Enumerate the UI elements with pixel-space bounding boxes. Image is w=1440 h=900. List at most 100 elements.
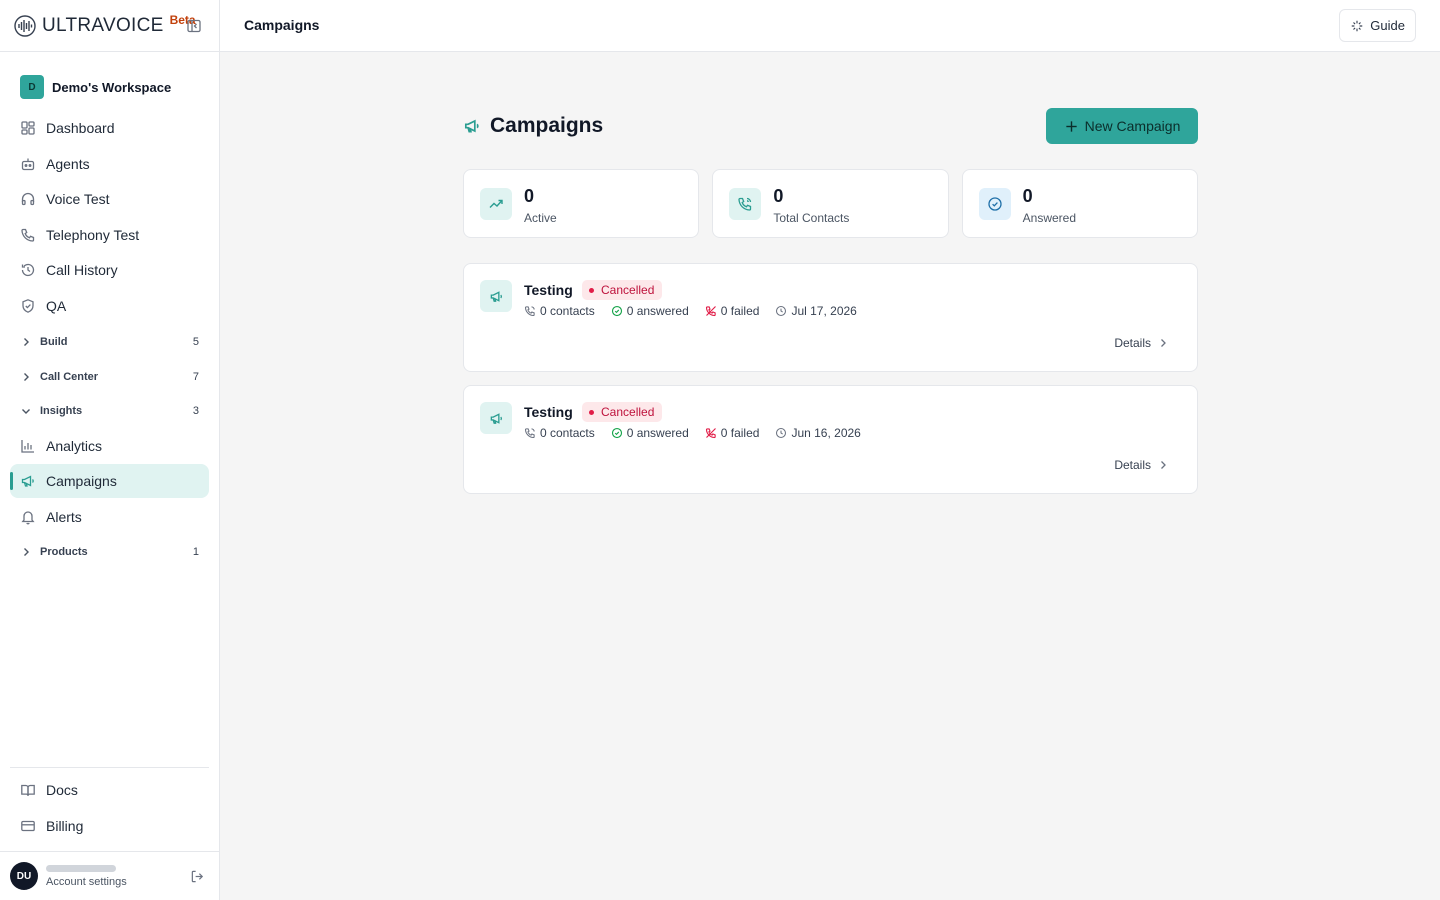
nav-campaigns[interactable]: Campaigns xyxy=(10,464,209,498)
nav-group-build-label: Build xyxy=(40,335,68,348)
plus-icon xyxy=(1065,120,1077,132)
nav-docs-label: Docs xyxy=(46,782,78,798)
nav-analytics-label: Analytics xyxy=(46,437,103,454)
nav-group-call-center-count: 7 xyxy=(192,370,199,383)
phone-call-icon xyxy=(738,197,752,211)
nav-alerts[interactable]: Alerts xyxy=(10,500,209,534)
meta-failed: 0 failed xyxy=(705,304,759,318)
campaign-icon-wrap xyxy=(480,402,512,434)
meta-contacts: 0 contacts xyxy=(524,304,595,318)
megaphone-icon xyxy=(490,412,502,424)
chevron-right-icon xyxy=(24,548,29,556)
nav-group-products-count: 1 xyxy=(192,546,199,558)
nav-group-insights-count: 3 xyxy=(192,404,199,417)
status-dot xyxy=(589,287,594,293)
campaign-meta: 0 contacts 0 answered 0 failed Jul 17, 2… xyxy=(524,304,873,318)
trending-up-icon xyxy=(489,199,503,208)
secondary-nav: Docs Billing xyxy=(10,773,209,843)
workspace-switcher[interactable]: D Demo's Workspace xyxy=(0,64,219,110)
app-name: ULTRAVOICE xyxy=(42,14,164,36)
stats-row: 0 Active 0 Total Contacts 0 Answered xyxy=(463,169,1198,238)
nav-agents-label: Agents xyxy=(46,155,90,172)
credit-card-icon xyxy=(21,820,35,831)
nav-agents[interactable]: Agents xyxy=(10,147,209,181)
nav-group-insights[interactable]: Insights 3 xyxy=(10,394,209,428)
meta-failed: 0 failed xyxy=(705,426,759,440)
sparkles-icon xyxy=(1352,20,1363,31)
stat-label: Active xyxy=(524,211,557,225)
nav-alerts-label: Alerts xyxy=(46,508,82,525)
check-circle-icon xyxy=(988,197,1002,211)
nav-call-history[interactable]: Call History xyxy=(10,253,209,287)
top-bar: Campaigns Guide xyxy=(220,0,1440,52)
nav-voice-test-label: Voice Test xyxy=(46,191,110,207)
details-label: Details xyxy=(1114,336,1151,350)
nav-call-history-label: Call History xyxy=(46,262,118,278)
meta-date-text: Jul 17, 2026 xyxy=(791,304,857,318)
user-avatar: DU xyxy=(10,862,38,890)
stat-value: 0 xyxy=(1022,186,1033,206)
logo-row: ULTRAVOICE Beta xyxy=(0,0,219,52)
stat-value: 0 xyxy=(524,186,535,206)
campaign-card[interactable]: Testing Cancelled 0 contacts 0 answered … xyxy=(463,263,1198,372)
main-nav: Dashboard Agents Voice Test Telephony Te… xyxy=(10,111,209,569)
status-text: Cancelled xyxy=(601,283,655,297)
campaign-name: Testing xyxy=(524,282,573,298)
page-title: Campaigns xyxy=(463,114,603,138)
check-circle-icon xyxy=(611,305,622,317)
stat-label: Total Contacts xyxy=(773,211,850,225)
history-icon xyxy=(21,263,35,277)
user-name-redacted xyxy=(46,864,116,872)
meta-answered: 0 answered xyxy=(611,426,689,440)
nav-voice-test[interactable]: Voice Test xyxy=(10,182,209,216)
page-title-text: Campaigns xyxy=(490,114,604,137)
campaign-card[interactable]: Testing Cancelled 0 contacts 0 answered … xyxy=(463,385,1198,494)
details-label: Details xyxy=(1114,458,1151,472)
check-circle-icon xyxy=(611,427,622,439)
nav-dashboard-label: Dashboard xyxy=(46,120,115,136)
details-link[interactable]: Details xyxy=(1114,336,1169,350)
sidebar-collapse-icon[interactable] xyxy=(186,18,202,34)
nav-group-products[interactable]: Products 1 xyxy=(10,535,209,569)
stat-icon-wrap xyxy=(480,188,512,220)
account-settings[interactable]: DU Account settings xyxy=(0,851,219,900)
meta-answered: 0 answered xyxy=(611,304,689,318)
status-dot xyxy=(589,409,594,415)
guide-button-label: Guide xyxy=(1370,18,1405,33)
nav-group-build-count: 5 xyxy=(192,335,199,348)
nav-qa[interactable]: QA xyxy=(10,289,209,323)
page-header: Campaigns New Campaign xyxy=(463,108,1198,144)
stat-icon-wrap xyxy=(978,188,1011,220)
nav-group-build[interactable]: Build 5 xyxy=(10,325,209,359)
details-link[interactable]: Details xyxy=(1114,458,1169,472)
bot-icon xyxy=(21,158,35,170)
stat-icon-wrap xyxy=(729,188,762,220)
meta-contacts-text: 0 contacts xyxy=(540,426,595,440)
nav-dashboard[interactable]: Dashboard xyxy=(10,111,209,145)
account-settings-label: Account settings xyxy=(46,875,127,888)
stat-card-answered: 0 Answered xyxy=(961,169,1198,238)
nav-telephony-test[interactable]: Telephony Test xyxy=(10,218,209,252)
meta-date: Jul 17, 2026 xyxy=(775,304,857,318)
headphones-icon xyxy=(21,192,35,206)
meta-date: Jun 16, 2026 xyxy=(775,426,861,440)
nav-group-call-center[interactable]: Call Center 7 xyxy=(10,360,209,394)
logout-icon[interactable] xyxy=(190,869,205,884)
nav-billing[interactable]: Billing xyxy=(10,809,209,843)
stat-card-total-contacts: 0 Total Contacts xyxy=(712,169,949,238)
campaign-name: Testing xyxy=(524,404,573,420)
sidebar-divider xyxy=(10,767,209,768)
stat-label: Answered xyxy=(1022,211,1077,225)
stat-value: 0 xyxy=(773,186,784,206)
new-campaign-button[interactable]: New Campaign xyxy=(1046,108,1198,144)
nav-analytics[interactable]: Analytics xyxy=(10,429,209,463)
nav-group-call-center-label: Call Center xyxy=(40,370,99,383)
phone-off-icon xyxy=(705,306,716,317)
chevron-right-icon xyxy=(24,337,29,346)
megaphone-icon xyxy=(21,475,34,487)
campaign-meta: 0 contacts 0 answered 0 failed Jun 16, 2… xyxy=(524,426,877,440)
nav-docs[interactable]: Docs xyxy=(10,773,209,807)
guide-button[interactable]: Guide xyxy=(1339,9,1416,42)
meta-contacts-text: 0 contacts xyxy=(540,304,595,318)
bar-chart-icon xyxy=(21,439,34,453)
